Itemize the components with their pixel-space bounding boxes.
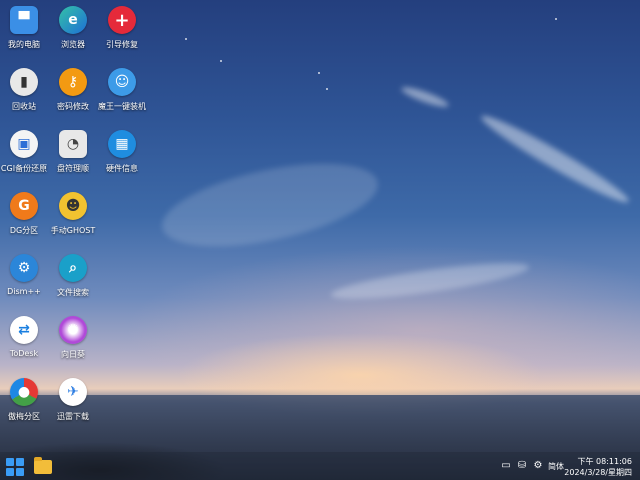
- desktop-icon-thunder-download[interactable]: ✈ 迅雷下载: [45, 374, 101, 432]
- desktop-icon-file-search[interactable]: ⌕ 文件搜索: [45, 250, 101, 308]
- desktop-icon-label: 迅雷下载: [57, 412, 89, 421]
- clock-date: 2024/3/28/星期四: [564, 468, 632, 477]
- disk-sort-icon: ◔: [59, 130, 87, 158]
- system-clock[interactable]: 下午 08:11:06 2024/3/28/星期四: [564, 456, 632, 478]
- windows-start-icon[interactable]: [6, 458, 24, 476]
- desktop-icon-label: 盘符理顺: [57, 164, 89, 173]
- desktop-icon-boot-repair[interactable]: + 引导修复: [94, 2, 150, 60]
- plus-repair-icon: +: [108, 6, 136, 34]
- desktop-icon-password-change[interactable]: ⚷ 密码修改: [45, 64, 101, 122]
- ghost-icon: ☻: [59, 192, 87, 220]
- desktop-icon-manual-ghost[interactable]: ☻ 手动GHOST: [45, 188, 101, 246]
- network-icon[interactable]: ▭: [500, 460, 512, 472]
- usb-safe-remove-icon[interactable]: ⛁: [516, 460, 528, 472]
- sunflower-icon: ✺: [59, 316, 87, 344]
- key-icon: ⚷: [59, 68, 87, 96]
- taskbar: ▭ ⛁ ⚙ 简体 下午 08:11:06 2024/3/28/星期四: [0, 452, 640, 480]
- input-language-indicator[interactable]: 简体: [548, 461, 564, 472]
- desktop-icon-label: 文件搜索: [57, 288, 89, 297]
- desktop-icon-label: 引导修复: [106, 40, 138, 49]
- thunder-download-icon: ✈: [59, 378, 87, 406]
- desktop-icon-label: 手动GHOST: [50, 226, 96, 235]
- dg-partition-icon: G: [10, 192, 38, 220]
- edge-browser-icon: e: [59, 6, 87, 34]
- clock-time: 下午 08:11:06: [577, 457, 632, 466]
- cgi-backup-icon: ▣: [10, 130, 38, 158]
- aomei-partition-icon: ●: [10, 378, 38, 406]
- desktop-icon-one-click-install[interactable]: ☺ 魔王一键装机: [94, 64, 150, 122]
- dism-gear-icon: ⚙: [10, 254, 38, 282]
- desktop-icon-label: 硬件信息: [106, 164, 138, 173]
- desktop-icon-hardware-info[interactable]: ▦ 硬件信息: [94, 126, 150, 184]
- desktop-icon-label: 魔王一键装机: [98, 102, 146, 111]
- desktop-icon-label: 密码修改: [57, 102, 89, 111]
- desktop-icon-label: 向日葵: [61, 350, 85, 359]
- desktop-icon-sunflower[interactable]: ✺ 向日葵: [45, 312, 101, 370]
- ghost-installer-icon: ☺: [108, 68, 136, 96]
- recycle-bin-icon: ▮: [10, 68, 38, 96]
- hardware-info-icon: ▦: [108, 130, 136, 158]
- file-explorer-icon[interactable]: [34, 457, 52, 474]
- desktop-icon-disk-sort[interactable]: ◔ 盘符理顺: [45, 126, 101, 184]
- desktop-icon-label: 浏览器: [61, 40, 85, 49]
- todesk-icon: ⇄: [10, 316, 38, 344]
- desktop-icon-browser[interactable]: e 浏览器: [45, 2, 101, 60]
- settings-gear-icon[interactable]: ⚙: [532, 460, 544, 472]
- computer-folder-icon: ▀: [10, 6, 38, 34]
- search-icon: ⌕: [59, 254, 87, 282]
